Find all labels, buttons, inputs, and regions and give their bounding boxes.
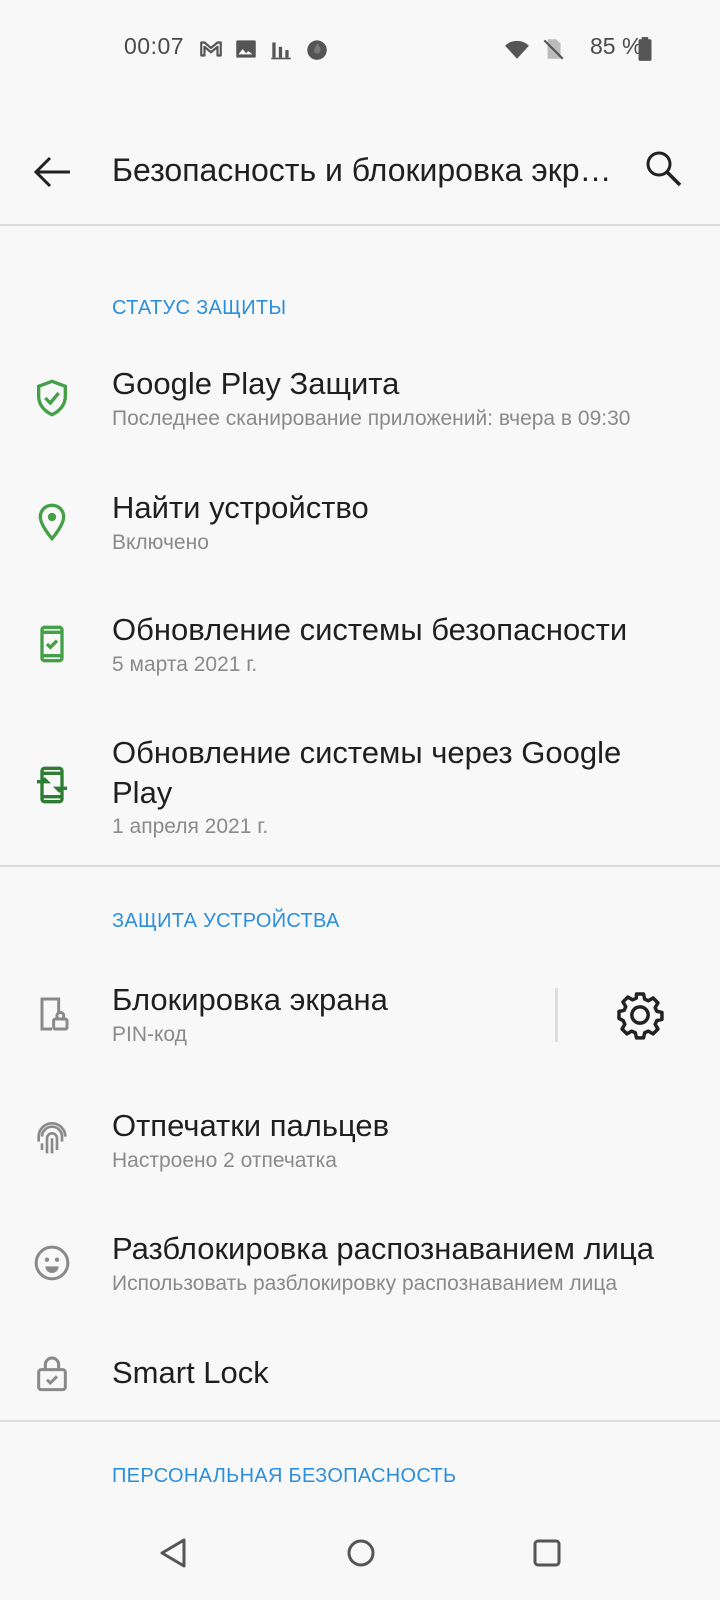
back-triangle-icon: [160, 1538, 186, 1568]
wifi-icon: [505, 40, 529, 59]
nav-recents-button[interactable]: [522, 1528, 572, 1578]
item-title: Smart Lock: [112, 1355, 269, 1390]
list-item-google-play-protect[interactable]: Google Play Защита Последнее сканировани…: [0, 360, 720, 470]
status-time: 00:07: [124, 33, 185, 59]
fire-icon: [307, 40, 327, 60]
list-item-fingerprints[interactable]: Отпечатки пальцев Настроено 2 отпечатка: [0, 1102, 720, 1212]
arrow-left-icon: [33, 156, 70, 188]
item-title: Google Play Защита: [112, 366, 400, 401]
app-bar: Безопасность и блокировка экрана: [0, 118, 720, 226]
phone-check-icon: [40, 625, 64, 663]
list-item-smart-lock[interactable]: Smart Lock: [0, 1345, 720, 1415]
section-divider: [0, 1420, 720, 1422]
item-subtitle: 1 апреля 2021 г.: [112, 815, 269, 838]
item-title: Блокировка экрана: [112, 982, 388, 1017]
location-pin-icon: [38, 503, 66, 542]
nav-back-button[interactable]: [150, 1528, 200, 1578]
item-subtitle: Включено: [112, 531, 209, 554]
nav-home-button[interactable]: [336, 1528, 386, 1578]
fingerprint-icon: [37, 1122, 67, 1154]
gallery-icon: [236, 40, 256, 58]
section-header-device-protection: ЗАЩИТА УСТРОЙСТВА: [112, 910, 340, 932]
item-subtitle: Использовать разблокировку распознавание…: [112, 1272, 618, 1295]
item-title: Обновление системы через Google Play: [112, 735, 622, 810]
vertical-separator: [555, 988, 558, 1042]
list-item-google-play-system-update[interactable]: Обновление системы через Google Play 1 а…: [0, 729, 720, 859]
list-item-face-unlock[interactable]: Разблокировка распознаванием лица Исполь…: [0, 1225, 720, 1335]
section-divider: [0, 865, 720, 867]
item-subtitle: Настроено 2 отпечатка: [112, 1149, 337, 1172]
search-icon: [646, 151, 682, 187]
back-button[interactable]: [22, 142, 82, 202]
section-header-protection-status: СТАТУС ЗАЩИТЫ: [112, 297, 287, 319]
battery-icon: [638, 37, 652, 61]
status-bar: 00:07 85 %: [0, 0, 720, 96]
list-item-find-device[interactable]: Найти устройство Включено: [0, 484, 720, 594]
recents-square-icon: [533, 1539, 561, 1567]
item-title: Обновление системы безопасности: [112, 612, 628, 647]
gmail-icon: [200, 41, 222, 57]
item-subtitle: Последнее сканирование приложений: вчера…: [112, 407, 631, 430]
item-title: Разблокировка распознаванием лица: [112, 1231, 654, 1266]
face-icon: [34, 1245, 70, 1281]
item-title: Отпечатки пальцев: [112, 1108, 390, 1143]
page-title: Безопасность и блокировка экрана: [112, 152, 612, 188]
item-subtitle: PIN-код: [112, 1023, 187, 1046]
item-subtitle: 5 марта 2021 г.: [112, 653, 258, 676]
home-circle-icon: [347, 1539, 375, 1567]
gear-icon: [617, 992, 664, 1040]
stats-icon: [271, 42, 291, 60]
phone-sync-icon: [37, 766, 67, 804]
screen-lock-settings-button[interactable]: [612, 987, 668, 1043]
lock-check-icon: [37, 1356, 67, 1392]
navigation-bar: [0, 1510, 720, 1600]
search-button[interactable]: [634, 140, 694, 200]
list-item-security-update[interactable]: Обновление системы безопасности 5 марта …: [0, 606, 720, 716]
item-title: Найти устройство: [112, 490, 369, 525]
shield-check-icon: [37, 379, 67, 417]
section-header-personal-security: ПЕРСОНАЛЬНАЯ БЕЗОПАСНОСТЬ: [112, 1465, 457, 1487]
phone-lock-icon: [40, 997, 69, 1031]
no-sim-icon: [543, 39, 564, 60]
